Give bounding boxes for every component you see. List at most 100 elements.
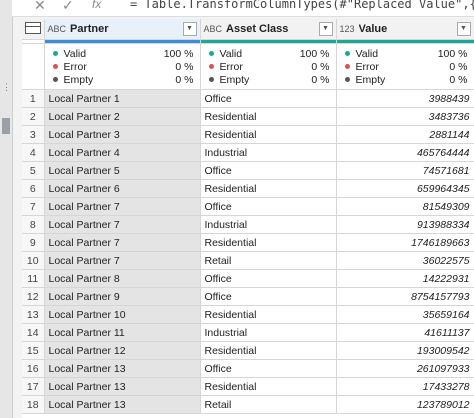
table-row[interactable]: 3 Local Partner 3 Residential 2881144 xyxy=(22,125,474,144)
cell-partner[interactable]: Local Partner 13 xyxy=(44,395,201,414)
table-row[interactable]: 18 Local Partner 13 Retail 123789012 xyxy=(22,395,474,414)
table-row[interactable]: 10 Local Partner 7 Retail 36022575 xyxy=(22,251,474,270)
row-number[interactable]: 8 xyxy=(22,215,45,234)
cell-asset-class[interactable]: Industrial xyxy=(200,215,337,234)
table-row[interactable]: 9 Local Partner 7 Residential 1746189663 xyxy=(22,233,474,252)
cell-value[interactable]: 36022575 xyxy=(336,251,474,270)
cell-asset-class[interactable]: Industrial xyxy=(200,323,337,342)
cell-partner[interactable]: Local Partner 7 xyxy=(44,251,201,270)
table-row[interactable]: 4 Local Partner 4 Industrial 465764444 xyxy=(22,143,474,162)
table-row[interactable]: 14 Local Partner 11 Industrial 41611137 xyxy=(22,323,474,342)
cell-value[interactable]: 3483736 xyxy=(336,107,474,126)
cell-partner[interactable]: Local Partner 11 xyxy=(44,323,201,342)
cell-asset-class[interactable]: Office xyxy=(200,269,337,288)
table-row[interactable]: 15 Local Partner 12 Residential 193009542 xyxy=(22,341,474,360)
cancel-icon[interactable]: ✕ xyxy=(34,0,46,14)
column-header-partner[interactable]: ABC Partner ▼ xyxy=(44,19,201,40)
cell-value[interactable]: 465764444 xyxy=(336,143,474,162)
chevron-down-icon[interactable]: ▼ xyxy=(182,22,197,36)
cell-partner[interactable]: Local Partner 6 xyxy=(44,179,201,198)
table-row[interactable]: 12 Local Partner 9 Office 8754157793 xyxy=(22,287,474,306)
table-row[interactable]: 2 Local Partner 2 Residential 3483736 xyxy=(22,107,474,126)
row-number[interactable]: 13 xyxy=(22,305,45,324)
cell-value[interactable]: 3988439 xyxy=(336,89,474,108)
cell-partner[interactable]: Local Partner 7 xyxy=(44,215,201,234)
row-number[interactable]: 1 xyxy=(22,89,45,108)
row-number[interactable]: 7 xyxy=(22,197,45,216)
table-menu-button[interactable] xyxy=(22,19,45,40)
cell-value[interactable]: 41611137 xyxy=(336,323,474,342)
cell-asset-class[interactable]: Residential xyxy=(200,125,337,144)
table-row[interactable]: 8 Local Partner 7 Industrial 913988334 xyxy=(22,215,474,234)
table-row[interactable]: 11 Local Partner 8 Office 14222931 xyxy=(22,269,474,288)
number-type-icon[interactable]: 123 xyxy=(340,24,355,34)
cell-asset-class[interactable]: Residential xyxy=(200,377,337,396)
row-number[interactable]: 11 xyxy=(22,269,45,288)
cell-asset-class[interactable]: Office xyxy=(200,161,337,180)
cell-value[interactable]: 35659164 xyxy=(336,305,474,324)
formula-text[interactable]: = Table.TransformColumnTypes(#"Replaced … xyxy=(130,0,474,11)
cell-partner[interactable]: Local Partner 12 xyxy=(44,341,201,360)
cell-partner[interactable]: Local Partner 7 xyxy=(44,197,201,216)
table-row[interactable]: 6 Local Partner 6 Residential 659964345 xyxy=(22,179,474,198)
table-row[interactable]: 5 Local Partner 5 Office 74571681 xyxy=(22,161,474,180)
cell-partner[interactable]: Local Partner 1 xyxy=(44,89,201,108)
cell-value[interactable]: 913988334 xyxy=(336,215,474,234)
cell-partner[interactable]: Local Partner 2 xyxy=(44,107,201,126)
cell-asset-class[interactable]: Residential xyxy=(200,107,337,126)
cell-partner[interactable]: Local Partner 7 xyxy=(44,233,201,252)
table-row[interactable]: 17 Local Partner 13 Residential 17433278 xyxy=(22,377,474,396)
cell-value[interactable]: 14222931 xyxy=(336,269,474,288)
cell-asset-class[interactable]: Residential xyxy=(200,179,337,198)
cell-partner[interactable]: Local Partner 4 xyxy=(44,143,201,162)
column-header-value[interactable]: 123 Value ▼ xyxy=(336,19,474,40)
cell-partner[interactable]: Local Partner 9 xyxy=(44,287,201,306)
cell-partner[interactable]: Local Partner 13 xyxy=(44,359,201,378)
row-number[interactable]: 3 xyxy=(22,125,45,144)
cell-asset-class[interactable]: Retail xyxy=(200,251,337,270)
row-number[interactable]: 15 xyxy=(22,341,45,360)
row-number[interactable]: 17 xyxy=(22,377,45,396)
row-number[interactable]: 18 xyxy=(22,395,45,414)
table-row[interactable]: 13 Local Partner 10 Residential 35659164 xyxy=(22,305,474,324)
column-header-asset-class[interactable]: ABC Asset Class ▼ xyxy=(200,19,337,40)
queries-pane-collapsed[interactable]: ⋮ xyxy=(0,0,13,418)
table-row[interactable]: 1 Local Partner 1 Office 3988439 xyxy=(22,89,474,108)
cell-partner[interactable]: Local Partner 3 xyxy=(44,125,201,144)
cell-value[interactable]: 193009542 xyxy=(336,341,474,360)
cell-value[interactable]: 81549309 xyxy=(336,197,474,216)
row-number[interactable]: 5 xyxy=(22,161,45,180)
table-row[interactable]: 7 Local Partner 7 Office 81549309 xyxy=(22,197,474,216)
cell-partner[interactable]: Local Partner 5 xyxy=(44,161,201,180)
row-number[interactable]: 14 xyxy=(22,323,45,342)
cell-partner[interactable]: Local Partner 10 xyxy=(44,305,201,324)
cell-asset-class[interactable]: Office xyxy=(200,359,337,378)
cell-asset-class[interactable]: Residential xyxy=(200,341,337,360)
text-type-icon[interactable]: ABC xyxy=(48,24,67,34)
row-number[interactable]: 9 xyxy=(22,233,45,252)
cell-asset-class[interactable]: Industrial xyxy=(200,143,337,162)
row-number[interactable]: 4 xyxy=(22,143,45,162)
cell-value[interactable]: 123789012 xyxy=(336,395,474,414)
check-icon[interactable]: ✓ xyxy=(62,0,74,14)
scroll-thumb[interactable] xyxy=(2,118,10,134)
cell-value[interactable]: 8754157793 xyxy=(336,287,474,306)
cell-asset-class[interactable]: Office xyxy=(200,197,337,216)
row-number[interactable]: 16 xyxy=(22,359,45,378)
cell-asset-class[interactable]: Residential xyxy=(200,233,337,252)
chevron-down-icon[interactable]: ▼ xyxy=(456,22,471,36)
table-row[interactable]: 16 Local Partner 13 Office 261097933 xyxy=(22,359,474,378)
cell-value[interactable]: 2881144 xyxy=(336,125,474,144)
cell-asset-class[interactable]: Residential xyxy=(200,305,337,324)
cell-partner[interactable]: Local Partner 8 xyxy=(44,269,201,288)
cell-asset-class[interactable]: Office xyxy=(200,89,337,108)
cell-asset-class[interactable]: Office xyxy=(200,287,337,306)
row-number[interactable]: 2 xyxy=(22,107,45,126)
chevron-down-icon[interactable]: ▼ xyxy=(318,22,333,36)
cell-partner[interactable]: Local Partner 13 xyxy=(44,377,201,396)
row-number[interactable]: 12 xyxy=(22,287,45,306)
cell-value[interactable]: 74571681 xyxy=(336,161,474,180)
cell-value[interactable]: 1746189663 xyxy=(336,233,474,252)
row-number[interactable]: 10 xyxy=(22,251,45,270)
cell-value[interactable]: 659964345 xyxy=(336,179,474,198)
